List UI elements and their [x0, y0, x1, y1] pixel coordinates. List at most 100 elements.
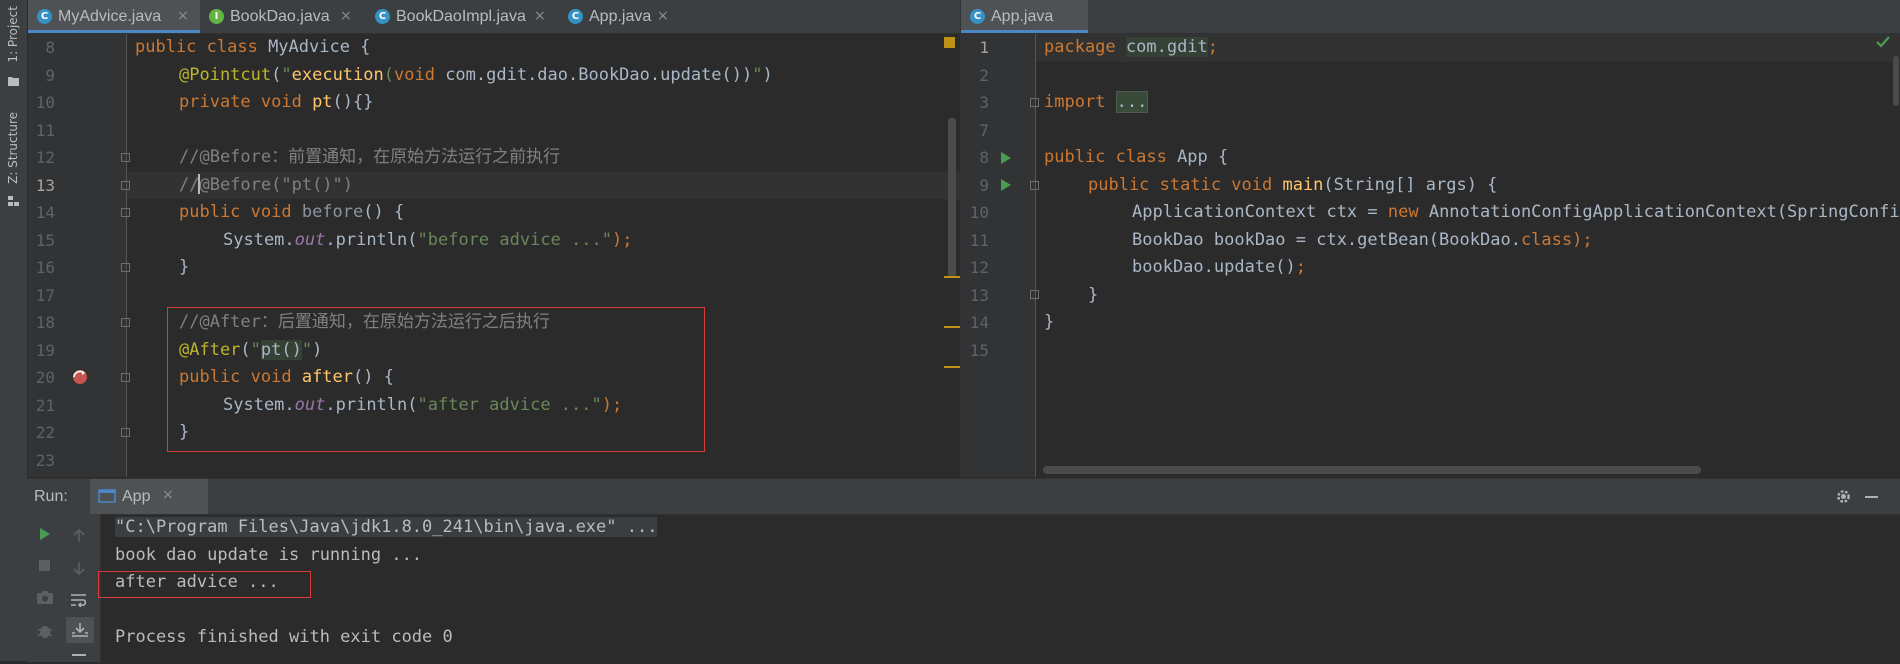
code-line-r9[interactable]: public static void main(String[] args) { — [1088, 172, 1497, 200]
stop-icon[interactable] — [39, 560, 50, 571]
code-line-10[interactable]: private void pt(){} — [179, 89, 374, 117]
fold-marker[interactable] — [121, 208, 130, 217]
up-arrow-icon[interactable] — [72, 529, 86, 543]
code-line-16[interactable]: } — [179, 254, 189, 282]
code-line-13[interactable]: //@Before("pt()") — [179, 172, 353, 200]
run-gutter-icon[interactable] — [1001, 152, 1011, 164]
left-editor-tabbar: C MyAdvice.java × I BookDao.java × C Boo… — [28, 0, 960, 34]
line-number: 7 — [979, 120, 989, 140]
code-line-14[interactable]: public void before() { — [179, 199, 404, 227]
run-header: Run: App × — [27, 479, 1900, 515]
fold-marker[interactable] — [121, 263, 130, 272]
fold-marker[interactable] — [121, 181, 130, 190]
down-arrow-icon[interactable] — [72, 561, 86, 575]
tab-label: MyAdvice.java — [58, 8, 162, 25]
after-advice-output-highlight-box — [98, 571, 311, 598]
run-tool-window: Run: App × "C:\Program Files\Java\jdk1.8… — [27, 478, 1900, 662]
code-line-r12[interactable]: bookDao.update(); — [1132, 254, 1306, 282]
left-tool-strip: 1: Project Z: Structure — [0, 0, 28, 661]
code-line-9[interactable]: @Pointcut("execution(void com.gdit.dao.B… — [179, 62, 773, 90]
line-number: 18 — [35, 313, 55, 332]
fold-marker[interactable] — [1030, 290, 1039, 299]
line-number: 20 — [35, 368, 55, 387]
line-number: 15 — [35, 230, 55, 250]
tab-bookdao-java[interactable]: I BookDao.java × — [200, 0, 366, 33]
left-editor-pane: C MyAdvice.java × I BookDao.java × C Boo… — [28, 0, 960, 477]
code-line-12[interactable]: //@Before：前置通知，在原始方法运行之前执行 — [179, 144, 560, 172]
close-icon[interactable]: × — [177, 0, 189, 33]
camera-icon[interactable] — [36, 590, 54, 605]
code-line-r13[interactable]: } — [1088, 282, 1098, 310]
fold-marker[interactable] — [121, 153, 130, 162]
line-number: 1 — [979, 38, 989, 57]
line-number: 10 — [35, 93, 55, 112]
class-icon: C — [37, 9, 52, 24]
structure-icon — [8, 196, 19, 206]
line-number: 2 — [979, 65, 989, 85]
code-line-r11[interactable]: BookDao bookDao = ctx.getBean(BookDao.cl… — [1132, 227, 1593, 255]
fold-marker[interactable] — [121, 428, 130, 437]
line-number: 19 — [35, 340, 55, 360]
line-number: 9 — [979, 175, 989, 195]
application-icon — [98, 489, 116, 503]
tab-label: App.java — [589, 8, 652, 25]
line-number: 23 — [35, 450, 55, 470]
more-tools-icon[interactable] — [72, 654, 86, 664]
tab-app-java-right[interactable]: C App.java — [961, 0, 1088, 33]
soft-wrap-icon[interactable] — [70, 593, 88, 607]
warning-marker-icon[interactable] — [944, 37, 955, 48]
close-icon[interactable]: × — [340, 0, 352, 33]
gutter-separator — [126, 34, 127, 477]
vertical-scrollbar-thumb[interactable] — [1893, 56, 1899, 106]
close-icon[interactable]: × — [657, 0, 669, 33]
fold-marker[interactable] — [121, 373, 130, 382]
console-exit-line: Process finished with exit code 0 — [115, 627, 453, 647]
run-icon[interactable] — [40, 528, 50, 540]
scroll-to-end-icon — [72, 623, 88, 637]
code-line-15[interactable]: System.out.println("before advice ..."); — [223, 227, 632, 255]
project-tool-tab[interactable]: 1: Project — [2, 6, 24, 86]
tab-label: App.java — [991, 8, 1054, 25]
code-line-r14[interactable]: } — [1044, 309, 1054, 337]
interface-icon: I — [209, 9, 224, 24]
error-stripe-marker[interactable] — [944, 326, 960, 328]
run-toolbar — [27, 514, 101, 662]
console-command-line[interactable]: "C:\Program Files\Java\jdk1.8.0_241\bin\… — [115, 514, 658, 542]
code-line-r3[interactable]: import ... — [1044, 89, 1149, 117]
horizontal-scrollbar-thumb[interactable] — [1043, 466, 1701, 474]
fold-marker[interactable] — [1030, 181, 1039, 190]
line-number: 11 — [35, 120, 55, 140]
no-problems-check-icon[interactable] — [1876, 36, 1890, 48]
gear-icon[interactable] — [1835, 488, 1852, 505]
error-stripe-marker[interactable] — [944, 276, 960, 278]
run-tab-app[interactable]: App × — [90, 479, 208, 514]
run-gutter-icon[interactable] — [1001, 179, 1011, 191]
structure-tool-tab[interactable]: Z: Structure — [2, 112, 24, 212]
minimize-icon[interactable] — [1865, 496, 1878, 498]
code-line-r10[interactable]: ApplicationContext ctx = new AnnotationC… — [1132, 199, 1900, 227]
line-number-current: 13 — [35, 175, 55, 195]
tab-app-java[interactable]: C App.java × — [559, 0, 679, 33]
line-number: 13 — [969, 285, 989, 305]
scrollbar-thumb[interactable] — [948, 118, 956, 278]
line-number: 14 — [969, 313, 989, 332]
tab-bookdaoimpl-java[interactable]: C BookDaoImpl.java × — [366, 0, 559, 33]
structure-tool-label: Z: Structure — [6, 112, 20, 184]
line-number: 8 — [45, 38, 55, 57]
code-line-r1[interactable]: package com.gdit; — [1044, 34, 1218, 62]
bug-icon[interactable] — [36, 623, 54, 639]
scroll-to-end-button[interactable] — [66, 617, 94, 643]
line-number: 12 — [35, 148, 55, 167]
advice-gutter-icon[interactable] — [70, 368, 90, 386]
error-stripe-marker[interactable] — [944, 366, 960, 368]
code-line-8[interactable]: public class MyAdvice { — [135, 34, 370, 62]
close-icon[interactable]: × — [534, 0, 546, 33]
tab-myadvice-java[interactable]: C MyAdvice.java × — [28, 0, 200, 33]
fold-marker[interactable] — [1030, 98, 1039, 107]
line-number: 22 — [35, 423, 55, 442]
fold-marker[interactable] — [121, 318, 130, 327]
close-icon[interactable]: × — [162, 487, 174, 503]
class-icon: C — [375, 9, 390, 24]
code-line-r8[interactable]: public class App { — [1044, 144, 1228, 172]
tab-label: BookDaoImpl.java — [396, 8, 526, 25]
